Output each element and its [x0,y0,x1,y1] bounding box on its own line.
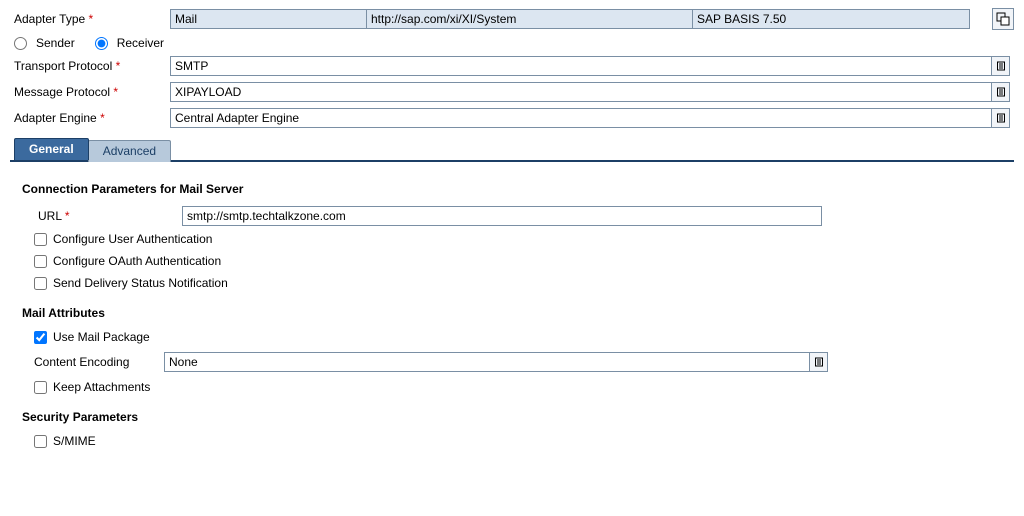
send-dsn-checkbox[interactable] [34,277,47,290]
connection-params-title: Connection Parameters for Mail Server [22,182,1006,196]
use-mail-package-checkbox[interactable] [34,331,47,344]
smime-label[interactable]: S/MIME [53,434,96,448]
tabs-bar: General Advanced [10,138,1014,162]
sender-radio[interactable] [14,37,27,50]
transport-protocol-dropdown-button[interactable] [991,57,1009,75]
sender-label[interactable]: Sender [36,36,75,50]
adapter-type-swcv [692,9,970,29]
receiver-label[interactable]: Receiver [117,36,164,50]
content-encoding-input[interactable] [164,352,828,372]
message-protocol-label: Message Protocol [10,85,170,99]
adapter-engine-dropdown-button[interactable] [991,109,1009,127]
security-parameters-title: Security Parameters [22,410,1006,424]
adapter-engine-input[interactable] [170,108,1010,128]
content-encoding-combo[interactable] [164,352,828,372]
configure-user-auth-checkbox[interactable] [34,233,47,246]
adapter-type-label: Adapter Type [10,12,170,26]
tab-general[interactable]: General [14,138,89,160]
smime-checkbox[interactable] [34,435,47,448]
dropdown-icon [996,87,1006,97]
message-protocol-dropdown-button[interactable] [991,83,1009,101]
configure-oauth-checkbox[interactable] [34,255,47,268]
use-mail-package-label[interactable]: Use Mail Package [53,330,150,344]
mail-attributes-title: Mail Attributes [22,306,1006,320]
dropdown-icon [996,61,1006,71]
tab-advanced[interactable]: Advanced [88,140,171,162]
message-protocol-input[interactable] [170,82,1010,102]
keep-attachments-checkbox[interactable] [34,381,47,394]
url-input[interactable] [182,206,822,226]
content-encoding-label: Content Encoding [34,355,164,369]
general-panel: Connection Parameters for Mail Server UR… [10,162,1014,460]
receiver-radio[interactable] [95,37,108,50]
transport-protocol-input[interactable] [170,56,1010,76]
adapter-type-namespace [366,9,692,29]
direction-group: Sender Receiver [10,36,1014,50]
keep-attachments-label[interactable]: Keep Attachments [53,380,150,394]
transport-protocol-combo[interactable] [170,56,1010,76]
adapter-engine-label: Adapter Engine [10,111,170,125]
dropdown-icon [814,357,824,367]
dropdown-icon [996,113,1006,123]
url-label: URL [34,209,182,223]
content-encoding-dropdown-button[interactable] [809,353,827,371]
adapter-type-fields [170,9,970,29]
send-dsn-label[interactable]: Send Delivery Status Notification [53,276,228,290]
transport-protocol-label: Transport Protocol [10,59,170,73]
adapter-engine-combo[interactable] [170,108,1010,128]
adapter-type-value [170,9,366,29]
message-protocol-combo[interactable] [170,82,1010,102]
copy-icon [996,12,1010,26]
configure-user-auth-label[interactable]: Configure User Authentication [53,232,212,246]
copy-object-button[interactable] [992,8,1014,30]
configure-oauth-label[interactable]: Configure OAuth Authentication [53,254,221,268]
